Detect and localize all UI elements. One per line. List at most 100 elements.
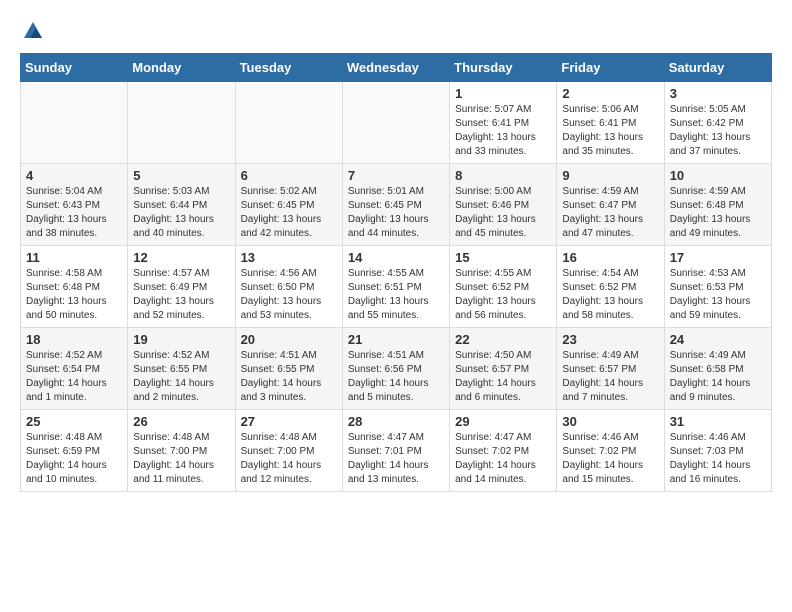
day-info: Sunrise: 4:52 AM Sunset: 6:55 PM Dayligh… — [133, 349, 229, 405]
weekday-header-saturday: Saturday — [664, 54, 771, 82]
day-info: Sunrise: 4:55 AM Sunset: 6:51 PM Dayligh… — [348, 267, 444, 323]
calendar-cell: 18 Sunrise: 4:52 AM Sunset: 6:54 PM Dayli… — [21, 328, 128, 410]
weekday-header-tuesday: Tuesday — [235, 54, 342, 82]
day-info: Sunrise: 4:47 AM Sunset: 7:02 PM Dayligh… — [455, 431, 551, 487]
week-row-4: 18 Sunrise: 4:52 AM Sunset: 6:54 PM Dayli… — [21, 328, 772, 410]
calendar-cell: 21 Sunrise: 4:51 AM Sunset: 6:56 PM Dayli… — [342, 328, 449, 410]
calendar-cell: 1 Sunrise: 5:07 AM Sunset: 6:41 PM Daylig… — [450, 82, 557, 164]
day-number: 26 — [133, 414, 229, 429]
weekday-header-thursday: Thursday — [450, 54, 557, 82]
day-number: 4 — [26, 168, 122, 183]
day-number: 14 — [348, 250, 444, 265]
calendar-cell: 26 Sunrise: 4:48 AM Sunset: 7:00 PM Dayli… — [128, 410, 235, 492]
day-info: Sunrise: 4:55 AM Sunset: 6:52 PM Dayligh… — [455, 267, 551, 323]
day-info: Sunrise: 5:02 AM Sunset: 6:45 PM Dayligh… — [241, 185, 337, 241]
calendar-cell: 28 Sunrise: 4:47 AM Sunset: 7:01 PM Dayli… — [342, 410, 449, 492]
logo-icon — [22, 20, 44, 42]
day-info: Sunrise: 5:05 AM Sunset: 6:42 PM Dayligh… — [670, 103, 766, 159]
calendar-cell: 4 Sunrise: 5:04 AM Sunset: 6:43 PM Daylig… — [21, 164, 128, 246]
calendar-cell: 27 Sunrise: 4:48 AM Sunset: 7:00 PM Dayli… — [235, 410, 342, 492]
day-info: Sunrise: 4:56 AM Sunset: 6:50 PM Dayligh… — [241, 267, 337, 323]
day-number: 5 — [133, 168, 229, 183]
day-number: 24 — [670, 332, 766, 347]
day-number: 29 — [455, 414, 551, 429]
week-row-5: 25Sunrise: 4:48 AM Sunset: 6:59 PM Dayli… — [21, 410, 772, 492]
day-number: 23 — [562, 332, 658, 347]
day-info: Sunrise: 4:47 AM Sunset: 7:01 PM Dayligh… — [348, 431, 444, 487]
day-number: 16 — [562, 250, 658, 265]
calendar-cell — [21, 82, 128, 164]
day-number: 20 — [241, 332, 337, 347]
day-info: Sunrise: 4:46 AM Sunset: 7:02 PM Dayligh… — [562, 431, 658, 487]
calendar-cell: 2Sunrise: 5:06 AM Sunset: 6:41 PM Daylig… — [557, 82, 664, 164]
day-number: 9 — [562, 168, 658, 183]
day-number: 2 — [562, 86, 658, 101]
weekday-header-friday: Friday — [557, 54, 664, 82]
day-info: Sunrise: 4:58 AM Sunset: 6:48 PM Dayligh… — [26, 267, 122, 323]
week-row-1: 1 Sunrise: 5:07 AM Sunset: 6:41 PM Daylig… — [21, 82, 772, 164]
calendar-cell: 20 Sunrise: 4:51 AM Sunset: 6:55 PM Dayli… — [235, 328, 342, 410]
calendar-cell: 25Sunrise: 4:48 AM Sunset: 6:59 PM Dayli… — [21, 410, 128, 492]
day-number: 30 — [562, 414, 658, 429]
day-info: Sunrise: 5:01 AM Sunset: 6:45 PM Dayligh… — [348, 185, 444, 241]
weekday-header-row: SundayMondayTuesdayWednesdayThursdayFrid… — [21, 54, 772, 82]
day-number: 22 — [455, 332, 551, 347]
day-number: 28 — [348, 414, 444, 429]
day-number: 15 — [455, 250, 551, 265]
calendar-cell: 9 Sunrise: 4:59 AM Sunset: 6:47 PM Daylig… — [557, 164, 664, 246]
calendar-cell: 29 Sunrise: 4:47 AM Sunset: 7:02 PM Dayli… — [450, 410, 557, 492]
day-number: 7 — [348, 168, 444, 183]
calendar-cell — [128, 82, 235, 164]
day-info: Sunrise: 5:03 AM Sunset: 6:44 PM Dayligh… — [133, 185, 229, 241]
day-number: 21 — [348, 332, 444, 347]
day-info: Sunrise: 4:50 AM Sunset: 6:57 PM Dayligh… — [455, 349, 551, 405]
day-info: Sunrise: 4:53 AM Sunset: 6:53 PM Dayligh… — [670, 267, 766, 323]
calendar-cell: 3 Sunrise: 5:05 AM Sunset: 6:42 PM Daylig… — [664, 82, 771, 164]
calendar-cell: 15 Sunrise: 4:55 AM Sunset: 6:52 PM Dayli… — [450, 246, 557, 328]
day-info: Sunrise: 4:59 AM Sunset: 6:47 PM Dayligh… — [562, 185, 658, 241]
day-number: 17 — [670, 250, 766, 265]
calendar-cell: 23Sunrise: 4:49 AM Sunset: 6:57 PM Dayli… — [557, 328, 664, 410]
calendar-cell: 12 Sunrise: 4:57 AM Sunset: 6:49 PM Dayli… — [128, 246, 235, 328]
day-number: 6 — [241, 168, 337, 183]
day-info: Sunrise: 4:51 AM Sunset: 6:55 PM Dayligh… — [241, 349, 337, 405]
calendar-cell: 7 Sunrise: 5:01 AM Sunset: 6:45 PM Daylig… — [342, 164, 449, 246]
day-info: Sunrise: 4:57 AM Sunset: 6:49 PM Dayligh… — [133, 267, 229, 323]
day-number: 1 — [455, 86, 551, 101]
calendar-table: SundayMondayTuesdayWednesdayThursdayFrid… — [20, 53, 772, 492]
day-info: Sunrise: 4:48 AM Sunset: 7:00 PM Dayligh… — [241, 431, 337, 487]
calendar-cell: 30 Sunrise: 4:46 AM Sunset: 7:02 PM Dayli… — [557, 410, 664, 492]
day-info: Sunrise: 4:54 AM Sunset: 6:52 PM Dayligh… — [562, 267, 658, 323]
day-number: 18 — [26, 332, 122, 347]
day-number: 19 — [133, 332, 229, 347]
day-info: Sunrise: 4:46 AM Sunset: 7:03 PM Dayligh… — [670, 431, 766, 487]
calendar-cell — [235, 82, 342, 164]
calendar-cell: 10Sunrise: 4:59 AM Sunset: 6:48 PM Dayli… — [664, 164, 771, 246]
weekday-header-wednesday: Wednesday — [342, 54, 449, 82]
day-number: 27 — [241, 414, 337, 429]
day-number: 3 — [670, 86, 766, 101]
calendar-cell: 11Sunrise: 4:58 AM Sunset: 6:48 PM Dayli… — [21, 246, 128, 328]
calendar-cell: 24 Sunrise: 4:49 AM Sunset: 6:58 PM Dayli… — [664, 328, 771, 410]
calendar-cell: 31 Sunrise: 4:46 AM Sunset: 7:03 PM Dayli… — [664, 410, 771, 492]
week-row-2: 4 Sunrise: 5:04 AM Sunset: 6:43 PM Daylig… — [21, 164, 772, 246]
page-header — [20, 20, 772, 38]
day-number: 25 — [26, 414, 122, 429]
calendar-cell: 14 Sunrise: 4:55 AM Sunset: 6:51 PM Dayli… — [342, 246, 449, 328]
calendar-cell: 22 Sunrise: 4:50 AM Sunset: 6:57 PM Dayli… — [450, 328, 557, 410]
weekday-header-sunday: Sunday — [21, 54, 128, 82]
day-info: Sunrise: 4:59 AM Sunset: 6:48 PM Dayligh… — [670, 185, 766, 241]
day-info: Sunrise: 4:52 AM Sunset: 6:54 PM Dayligh… — [26, 349, 122, 405]
day-number: 31 — [670, 414, 766, 429]
day-info: Sunrise: 5:07 AM Sunset: 6:41 PM Dayligh… — [455, 103, 551, 159]
day-number: 13 — [241, 250, 337, 265]
day-info: Sunrise: 5:04 AM Sunset: 6:43 PM Dayligh… — [26, 185, 122, 241]
calendar-cell — [342, 82, 449, 164]
day-number: 12 — [133, 250, 229, 265]
day-info: Sunrise: 4:49 AM Sunset: 6:58 PM Dayligh… — [670, 349, 766, 405]
day-info: Sunrise: 4:51 AM Sunset: 6:56 PM Dayligh… — [348, 349, 444, 405]
logo — [20, 20, 44, 38]
calendar-cell: 16 Sunrise: 4:54 AM Sunset: 6:52 PM Dayli… — [557, 246, 664, 328]
day-info: Sunrise: 4:48 AM Sunset: 7:00 PM Dayligh… — [133, 431, 229, 487]
weekday-header-monday: Monday — [128, 54, 235, 82]
